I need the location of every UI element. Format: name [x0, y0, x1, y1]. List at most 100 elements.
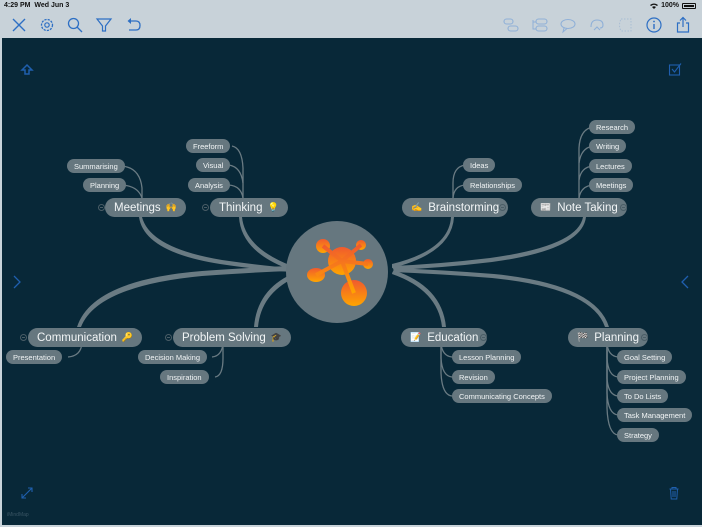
subtopic-project-planning[interactable]: Project Planning	[617, 370, 686, 384]
subtopic-revision[interactable]: Revision	[452, 370, 495, 384]
collapse-toggle[interactable]	[165, 334, 172, 341]
collapse-toggle[interactable]	[20, 334, 27, 341]
undo-button[interactable]	[122, 14, 144, 36]
trash-icon	[669, 487, 679, 500]
subtopic-goal-setting[interactable]: Goal Setting	[617, 350, 673, 364]
branch-education[interactable]: 📝 Education	[401, 328, 488, 347]
search-icon	[67, 17, 83, 33]
branch-label: Thinking	[219, 201, 263, 214]
collapse-toggle[interactable]	[202, 204, 209, 211]
close-icon	[12, 18, 26, 32]
subtopic-summarising[interactable]: Summarising	[67, 159, 125, 173]
relationship-button[interactable]	[586, 14, 608, 36]
toolbar	[0, 12, 702, 38]
subtopic-planning[interactable]: Planning	[83, 178, 127, 192]
link-education	[392, 270, 446, 327]
link-brainstorming	[392, 217, 454, 268]
select-button[interactable]	[666, 60, 684, 78]
subtopic-communicating-concepts[interactable]: Communicating Concepts	[452, 389, 552, 403]
branch-communication[interactable]: Communication 🔑	[28, 328, 143, 347]
lightbulb-icon: 💡	[267, 202, 279, 212]
status-bar: 4:29 PM Wed Jun 3 100%	[0, 0, 702, 12]
subtopic-research[interactable]: Research	[589, 120, 636, 134]
chevron-right-icon	[13, 275, 21, 289]
expand-icon	[21, 487, 33, 499]
subtopic-inspiration[interactable]: Inspiration	[160, 370, 209, 384]
fit-view-button[interactable]	[19, 485, 35, 501]
link-planning	[392, 268, 609, 327]
close-button[interactable]	[8, 14, 30, 36]
boundary-button[interactable]	[614, 14, 636, 36]
watermark: iMindMap	[7, 512, 29, 518]
central-topic[interactable]	[286, 221, 388, 323]
add-subtopic-button[interactable]	[529, 14, 551, 36]
mindmap-canvas[interactable]: Meetings 🙌 Thinking 💡 ✍ Brainstorming 📰 Note…	[2, 38, 702, 525]
subtopic-freeform[interactable]: Freeform	[186, 139, 231, 153]
mindmap-logo-icon	[307, 239, 373, 306]
subtopic-ideas[interactable]: Ideas	[463, 158, 496, 172]
pencil-icon: ✍	[411, 202, 423, 212]
hands-icon: 🙌	[165, 202, 177, 212]
callout-button[interactable]	[557, 14, 579, 36]
gear-icon	[40, 18, 54, 32]
status-right: 100%	[650, 2, 696, 9]
home-up-icon	[20, 63, 34, 75]
trash-button[interactable]	[666, 484, 682, 502]
info-button[interactable]	[643, 14, 665, 36]
subtopic-decision-making[interactable]: Decision Making	[138, 350, 208, 364]
collapse-toggle[interactable]	[641, 334, 648, 341]
home-up-button[interactable]	[18, 61, 36, 79]
share-button[interactable]	[672, 14, 694, 36]
graduation-icon: 🎓	[270, 332, 282, 342]
branch-label: Education	[427, 331, 479, 344]
callout-icon	[560, 18, 576, 34]
filter-icon	[95, 18, 113, 32]
branch-label: Meetings	[114, 201, 161, 214]
central-anchor-dot	[388, 267, 394, 273]
expand-left-button[interactable]	[10, 273, 24, 291]
subtopic-lesson-planning[interactable]: Lesson Planning	[452, 350, 522, 364]
subtopic-relationships[interactable]: Relationships	[463, 178, 523, 192]
search-button[interactable]	[64, 14, 86, 36]
subtopic-analysis[interactable]: Analysis	[188, 178, 230, 192]
collapse-toggle[interactable]	[98, 204, 105, 211]
subtopic-presentation[interactable]: Presentation	[6, 350, 63, 364]
add-topic-button[interactable]	[500, 14, 522, 36]
subtopic-writing[interactable]: Writing	[589, 139, 627, 153]
filter-button[interactable]	[93, 14, 115, 36]
add-topic-icon	[503, 18, 519, 32]
collapse-toggle[interactable]	[480, 334, 487, 341]
expand-right-button[interactable]	[678, 273, 692, 291]
branch-brainstorming[interactable]: ✍ Brainstorming	[402, 198, 509, 217]
link-meetings	[139, 217, 292, 272]
branch-note-taking[interactable]: 📰 Note Taking	[531, 198, 627, 217]
link-analysis	[228, 184, 244, 199]
info-icon	[646, 17, 662, 33]
subtopic-meetings[interactable]: Meetings	[589, 178, 634, 192]
subtopic-lectures[interactable]: Lectures	[589, 159, 632, 173]
subtopic-strategy[interactable]: Strategy	[617, 428, 659, 442]
link-communication	[77, 266, 292, 327]
battery-icon	[682, 2, 696, 9]
branch-meetings[interactable]: Meetings 🙌	[105, 198, 186, 217]
collapse-toggle[interactable]	[620, 204, 627, 211]
branch-label: Brainstorming	[428, 201, 500, 214]
key-icon: 🔑	[121, 332, 134, 342]
chevron-left-icon	[681, 275, 689, 289]
branch-problem-solving[interactable]: Problem Solving 🎓	[173, 328, 291, 347]
branch-label: Problem Solving	[182, 331, 266, 344]
subtopic-task-management[interactable]: Task Management	[617, 408, 693, 422]
wifi-icon	[650, 3, 659, 9]
branch-planning[interactable]: 🏁 Planning	[568, 328, 648, 347]
relationship-icon	[590, 19, 604, 31]
newspaper-icon: 📰	[540, 202, 552, 212]
branch-thinking[interactable]: Thinking 💡	[210, 198, 288, 217]
link-revision	[440, 343, 453, 378]
subtopic-to-do-lists[interactable]: To Do Lists	[617, 389, 669, 403]
link-visual	[228, 164, 244, 184]
collapse-toggle[interactable]	[499, 204, 506, 211]
subtopic-visual[interactable]: Visual	[196, 158, 231, 172]
settings-button[interactable]	[36, 14, 58, 36]
flag-icon: 🏁	[577, 332, 589, 342]
select-checkbox-icon	[668, 63, 682, 76]
